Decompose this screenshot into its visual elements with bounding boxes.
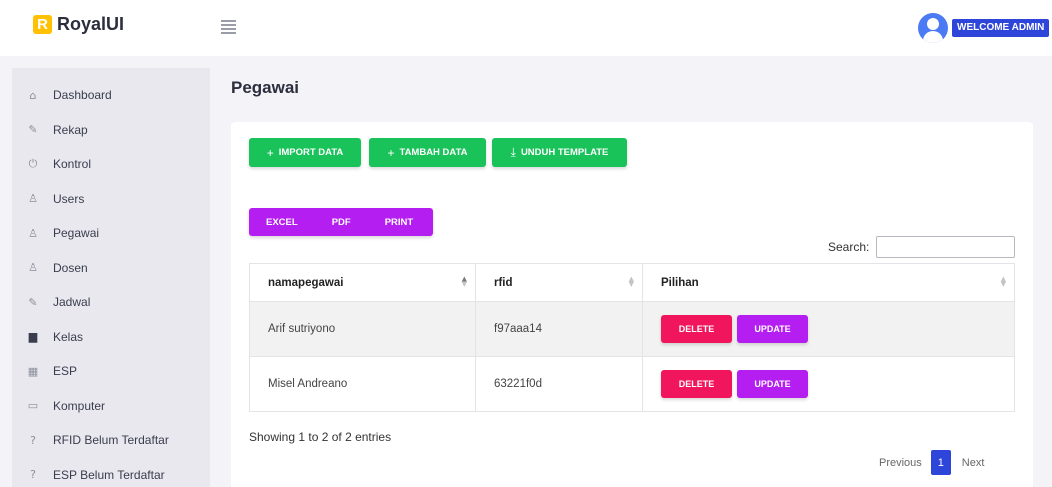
edit-icon: ✎ [28, 295, 38, 309]
sidebar-item-rekap[interactable]: ✎ Rekap [12, 113, 210, 148]
sidebar-item-kelas[interactable]: ▆ Kelas [12, 320, 210, 355]
sidebar-item-label: Dosen [53, 260, 88, 275]
sidebar-item-label: Dashboard [53, 88, 112, 103]
sidebar-item-esp[interactable]: ▦ ESP [12, 354, 210, 389]
entries-info: Showing 1 to 2 of 2 entries [249, 430, 392, 444]
column-header-label: rfid [494, 276, 513, 289]
sidebar-item-users[interactable]: ♙ Users [12, 182, 210, 217]
page-title: Pegawai [231, 78, 300, 97]
pagination: Previous 1 Next [879, 450, 984, 475]
user-avatar[interactable] [918, 13, 948, 43]
sidebar-item-dosen[interactable]: ♙ Dosen [12, 251, 210, 286]
sidebar-item-label: Jadwal [53, 295, 91, 310]
cell-namapegawai: Misel Andreano [249, 356, 476, 412]
import-data-label: IMPORT DATA [278, 147, 344, 158]
menu-toggle-icon[interactable] [221, 20, 236, 34]
update-button[interactable]: UPDATE [737, 315, 808, 343]
brand[interactable]: R RoyalUI [33, 14, 124, 35]
import-data-button[interactable]: + IMPORT DATA [249, 138, 361, 167]
question-icon: ? [30, 433, 36, 447]
brand-name: RoyalUI [57, 14, 125, 34]
monitor-icon: ▭ [27, 399, 39, 413]
plus-icon: + [266, 145, 274, 160]
delete-button[interactable]: DELETE [661, 370, 732, 398]
user-icon: ♙ [28, 226, 38, 240]
sidebar-item-esp-belum-terdaftar[interactable]: ? ESP Belum Terdaftar [12, 458, 210, 487]
content-card: + IMPORT DATA + TAMBAH DATA ⤓ UNDUH TEMP… [231, 122, 1033, 487]
user-icon: ♙ [28, 192, 38, 206]
export-button-group: EXCEL PDF PRINT [249, 208, 433, 236]
table-row: Misel Andreano 63221f0d DELETE UPDATE [249, 356, 1015, 412]
sidebar-item-pegawai[interactable]: ♙ Pegawai [12, 216, 210, 251]
sidebar-item-dashboard[interactable]: ⌂ Dashboard [12, 78, 210, 113]
sidebar-item-label: Pegawai [53, 226, 100, 241]
column-header-label: Pilihan [661, 276, 699, 289]
pegawai-table: namapegawai ▲ ▼ rfid ▲ ▼ Pilihan ▲ ▼ Arif s… [249, 263, 1015, 412]
sidebar-item-rfid-belum-terdaftar[interactable]: ? RFID Belum Terdaftar [12, 423, 210, 458]
plus-icon: + [387, 145, 395, 160]
column-header-label: namapegawai [268, 276, 344, 289]
sidebar-item-label: ESP Belum Terdaftar [53, 467, 165, 482]
edit-icon: ✎ [28, 123, 38, 137]
cell-pilihan: DELETE UPDATE [642, 301, 1015, 357]
sidebar-item-label: Kelas [53, 329, 84, 344]
welcome-badge[interactable]: WELCOME ADMIN [952, 19, 1050, 37]
cell-namapegawai: Arif sutriyono [249, 301, 476, 357]
sidebar-item-label: Komputer [53, 398, 106, 413]
sort-icon: ▲ ▼ [628, 275, 634, 288]
pdf-button[interactable]: PDF [315, 217, 368, 228]
table-row: Arif sutriyono f97aaa14 DELETE UPDATE [249, 301, 1015, 357]
sidebar-item-kontrol[interactable]: ⏻ Kontrol [12, 147, 210, 182]
chip-icon: ▦ [27, 364, 39, 378]
excel-button[interactable]: EXCEL [249, 217, 315, 228]
sidebar: ⌂ Dashboard ✎ Rekap ⏻ Kontrol ♙ Users ♙ … [12, 68, 210, 487]
unduh-template-button[interactable]: ⤓ UNDUH TEMPLATE [492, 138, 627, 167]
next-page-button[interactable]: Next [962, 457, 985, 469]
cell-rfid: f97aaa14 [475, 301, 643, 357]
tambah-data-label: TAMBAH DATA [399, 147, 468, 158]
sidebar-item-label: ESP [53, 364, 78, 379]
sidebar-item-label: Users [53, 191, 85, 206]
column-header-pilihan[interactable]: Pilihan ▲ ▼ [642, 263, 1015, 302]
sort-icon: ▲ ▼ [1000, 275, 1006, 288]
download-icon: ⤓ [510, 145, 516, 159]
power-icon: ⏻ [28, 157, 38, 171]
cell-rfid: 63221f0d [475, 356, 643, 412]
search-input[interactable] [876, 236, 1015, 258]
sidebar-item-label: Kontrol [53, 157, 92, 172]
print-button[interactable]: PRINT [368, 217, 431, 228]
delete-button[interactable]: DELETE [661, 315, 732, 343]
user-icon: ♙ [28, 261, 38, 275]
sidebar-item-jadwal[interactable]: ✎ Jadwal [12, 285, 210, 320]
brand-logo-icon: R [33, 15, 52, 34]
column-header-namapegawai[interactable]: namapegawai ▲ ▼ [249, 263, 476, 302]
column-header-rfid[interactable]: rfid ▲ ▼ [475, 263, 643, 302]
update-button[interactable]: UPDATE [737, 370, 808, 398]
question-icon: ? [30, 468, 36, 482]
home-icon: ⌂ [29, 88, 37, 102]
previous-page-button[interactable]: Previous [879, 457, 922, 469]
classroom-icon: ▆ [28, 330, 38, 344]
top-navbar: R RoyalUI WELCOME ADMIN [0, 0, 1052, 56]
sidebar-item-komputer[interactable]: ▭ Komputer [12, 389, 210, 424]
cell-pilihan: DELETE UPDATE [642, 356, 1015, 412]
unduh-template-label: UNDUH TEMPLATE [520, 147, 609, 158]
sidebar-item-label: RFID Belum Terdaftar [53, 433, 169, 448]
tambah-data-button[interactable]: + TAMBAH DATA [369, 138, 486, 167]
sort-icon: ▲ ▼ [461, 275, 467, 288]
page-button-current[interactable]: 1 [930, 450, 951, 475]
sidebar-item-label: Rekap [53, 122, 88, 137]
search-label: Search: [828, 240, 870, 254]
